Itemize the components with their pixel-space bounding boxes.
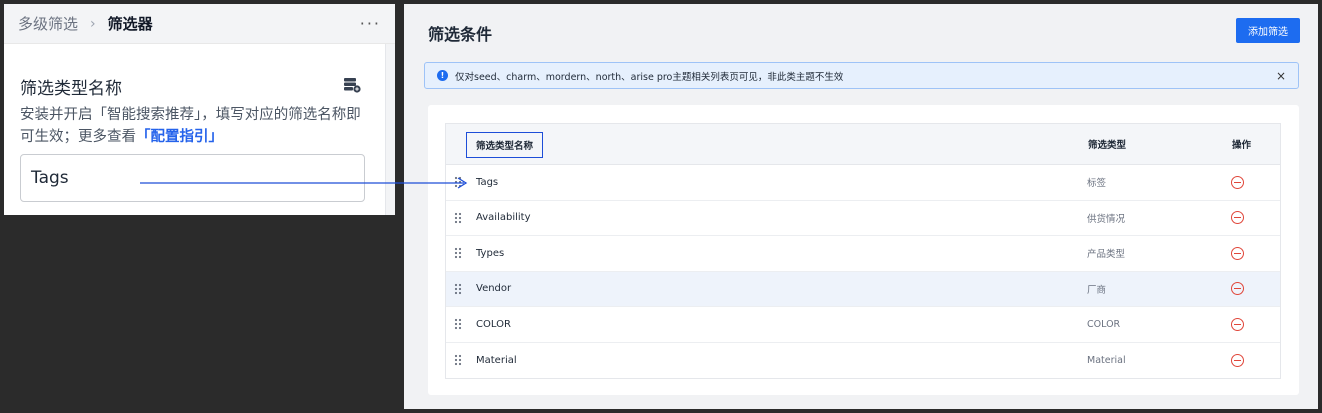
- breadcrumb-current: 筛选器: [107, 15, 153, 33]
- page-title: 筛选条件: [428, 25, 493, 44]
- field-title: 筛选类型名称: [20, 79, 122, 99]
- remove-icon[interactable]: [1231, 282, 1244, 296]
- filter-config-panel: 多级筛选 › 筛选器 ··· 筛选类型名称 安装并开启「智能搜索推荐」，填写对应…: [4, 4, 395, 215]
- header-operation: 操作: [1232, 140, 1252, 151]
- table-row: Types 产品类型: [446, 236, 1280, 272]
- table-row: COLOR COLOR: [446, 307, 1280, 343]
- drag-handle-icon[interactable]: [454, 247, 462, 259]
- drag-handle-icon[interactable]: [454, 354, 462, 366]
- row-name: Tags: [476, 176, 499, 188]
- field-description: 安装并开启「智能搜索推荐」，填写对应的筛选名称即可生效；更多查看「配置指引」: [20, 104, 365, 148]
- row-name: Material: [476, 354, 517, 366]
- drag-handle-icon[interactable]: [454, 318, 462, 330]
- row-type: 标签: [1087, 178, 1107, 190]
- scrollbar[interactable]: [385, 44, 395, 215]
- remove-icon[interactable]: [1231, 317, 1244, 331]
- filter-table: 筛选类型名称 筛选类型 操作 Tags 标签 Availability 供货情况 Typ…: [445, 123, 1281, 379]
- table-row: Material Material: [446, 343, 1280, 379]
- row-type: 产品类型: [1087, 249, 1126, 261]
- close-icon[interactable]: ×: [1276, 69, 1286, 83]
- notice-text: 仅对seed、charm、mordern、north、arise pro主题相关…: [455, 71, 844, 83]
- row-name: Types: [476, 247, 505, 259]
- header-name: 筛选类型名称: [466, 132, 544, 158]
- remove-icon[interactable]: [1231, 353, 1244, 367]
- header-type: 筛选类型: [1088, 140, 1127, 151]
- breadcrumb-separator: ›: [90, 15, 96, 32]
- notice-banner: ! 仅对seed、charm、mordern、north、arise pro主题…: [424, 62, 1299, 89]
- add-filter-button[interactable]: 添加筛选: [1236, 18, 1300, 43]
- row-type: 厂商: [1087, 284, 1107, 296]
- table-body: Tags 标签 Availability 供货情况 Types 产品类型 Vendor 厂商 C…: [446, 165, 1280, 378]
- row-name: Vendor: [476, 283, 512, 295]
- filter-name-input[interactable]: Tags: [20, 154, 365, 202]
- drag-handle-icon[interactable]: [454, 212, 462, 224]
- table-header: 筛选类型名称 筛选类型 操作: [446, 124, 1280, 165]
- remove-icon[interactable]: [1231, 211, 1244, 225]
- row-type: 供货情况: [1087, 213, 1126, 225]
- database-add-icon[interactable]: [343, 77, 361, 93]
- drag-handle-icon[interactable]: [454, 283, 462, 295]
- remove-icon[interactable]: [1231, 246, 1244, 260]
- info-icon: !: [437, 70, 448, 81]
- row-name: Availability: [476, 212, 531, 224]
- table-row: Tags 标签: [446, 165, 1280, 201]
- breadcrumb-parent[interactable]: 多级筛选: [18, 13, 78, 34]
- config-guide-link[interactable]: 「配置指引」: [136, 129, 223, 145]
- panel-header: 多级筛选 › 筛选器 ···: [4, 4, 395, 44]
- drag-handle-icon[interactable]: [454, 176, 462, 188]
- remove-icon[interactable]: [1231, 175, 1244, 189]
- row-name: COLOR: [476, 318, 511, 330]
- filter-conditions-panel: 筛选条件 添加筛选 ! 仅对seed、charm、mordern、north、a…: [404, 4, 1318, 409]
- filter-table-card: 筛选类型名称 筛选类型 操作 Tags 标签 Availability 供货情况 Typ…: [428, 105, 1299, 395]
- row-type: Material: [1087, 354, 1126, 366]
- more-options-icon[interactable]: ···: [360, 14, 381, 33]
- table-row: Availability 供货情况: [446, 201, 1280, 236]
- row-type: COLOR: [1087, 318, 1121, 330]
- filter-name-value: Tags: [31, 168, 69, 188]
- table-row: Vendor 厂商: [446, 271, 1280, 307]
